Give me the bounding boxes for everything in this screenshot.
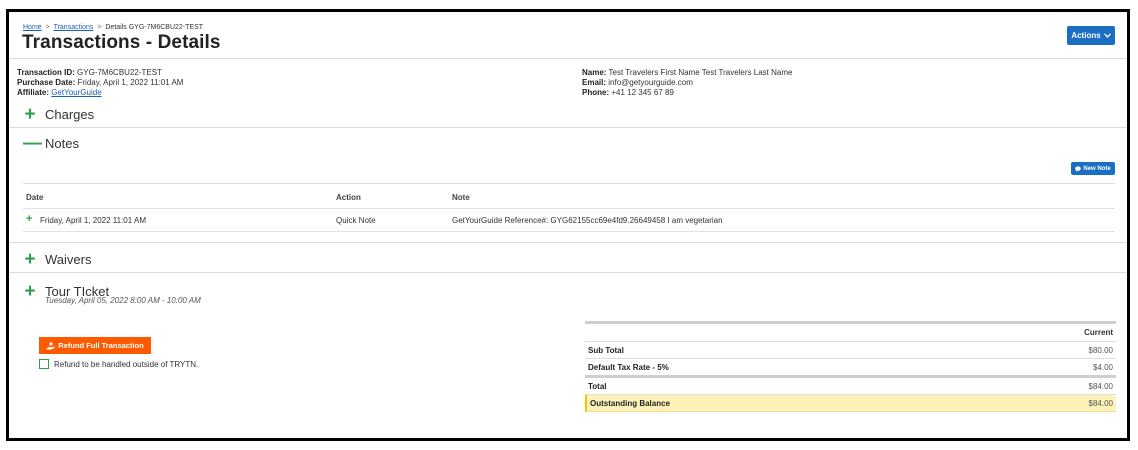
breadcrumb: Home > Transactions > Details GYG-7M6CBU… [23,24,203,31]
refund-outside-option: Refund to be handled outside of TRYTN. [39,359,198,369]
subtotal-label: Sub Total [588,346,624,355]
email-line: Email: info@getyourguide.com [582,78,792,88]
outstanding-value: $84.00 [1088,399,1113,408]
page-content: Home > Transactions > Details GYG-7M6CBU… [9,12,1127,438]
outstanding-balance-row: Outstanding Balance $84.00 [585,395,1116,412]
total-value: $84.00 [1088,382,1113,391]
notes-table: Date Action Note + Friday, April 1, 2022… [23,186,1115,232]
tax-row: Default Tax Rate - 5% $4.00 [585,359,1116,378]
new-note-label: New Note [1083,165,1111,172]
transaction-id-line: Transaction ID: GYG-7M6CBU22-TEST [17,68,183,78]
phone-value: +41 12 345 67 89 [611,88,674,97]
expand-row-icon[interactable]: + [26,213,32,225]
section-notes[interactable]: — Notes [23,132,79,154]
transaction-info: Transaction ID: GYG-7M6CBU22-TEST Purcha… [17,68,183,98]
section-title: Charges [45,107,95,122]
total-label: Total [588,382,607,391]
divider [9,127,1127,128]
hand-coin-icon [46,341,55,349]
breadcrumb-separator: > [45,24,50,31]
col-header-note: Note [452,193,470,202]
section-title: Notes [45,136,79,151]
comment-icon [1075,165,1082,172]
table-row[interactable]: + Friday, April 1, 2022 11:01 AM Quick N… [23,209,1115,232]
subtotal-value: $80.00 [1088,346,1113,355]
actions-button[interactable]: Actions [1067,26,1115,45]
tax-value: $4.00 [1092,363,1113,372]
affiliate-label: Affiliate: [17,88,49,97]
table-header-row: Date Action Note [23,186,1115,209]
expand-icon: + [24,103,36,125]
affiliate-link[interactable]: GetYourGuide [51,88,101,97]
divider [9,272,1127,273]
email-label: Email: [582,78,607,87]
name-line: Name: Test Travelers First Name Test Tra… [582,68,792,78]
section-title: Waivers [45,252,92,267]
note-text: GetYourGuide Reference#: GYG62155cc69e4f… [452,216,723,225]
affiliate-line: Affiliate: GetYourGuide [17,88,183,98]
chevron-down-icon [1103,33,1111,38]
refund-full-transaction-button[interactable]: Refund Full Transaction [39,337,151,354]
breadcrumb-home-link[interactable]: Home [23,24,42,31]
totals-header-row: Current [585,324,1116,342]
phone-label: Phone: [582,88,610,97]
tax-label: Default Tax Rate - 5% [588,363,669,372]
name-value: Test Travelers First Name Test Travelers… [608,68,793,77]
purchase-date-value: Friday, April 1, 2022 11:01 AM [77,78,184,87]
totals-table: Current Sub Total $80.00 Default Tax Rat… [585,321,1116,412]
actions-label: Actions [1071,31,1101,40]
subtotal-row: Sub Total $80.00 [585,342,1116,359]
section-charges[interactable]: + Charges [23,103,95,125]
expand-icon: + [24,280,36,302]
refund-outside-checkbox[interactable] [39,359,49,369]
purchase-date-label: Purchase Date: [17,78,76,87]
transaction-id-label: Transaction ID: [17,68,75,77]
totals-current-header: Current [1084,328,1113,337]
section-waivers[interactable]: + Waivers [23,248,92,270]
breadcrumb-transactions-link[interactable]: Transactions [54,24,94,31]
total-row: Total $84.00 [585,378,1116,395]
refund-button-label: Refund Full Transaction [58,341,144,350]
expand-icon: + [24,248,36,270]
col-header-date: Date [26,193,44,202]
collapse-icon: — [23,132,42,154]
breadcrumb-separator: > [97,24,102,31]
refund-outside-label: Refund to be handled outside of TRYTN. [54,359,199,369]
phone-line: Phone: +41 12 345 67 89 [582,88,792,98]
tour-datetime: Tuesday, April 05, 2022 8:00 AM - 10:00 … [45,296,201,305]
breadcrumb-current: Details GYG-7M6CBU22-TEST [105,24,204,31]
divider [23,183,1115,184]
divider [9,58,1127,59]
name-label: Name: [582,68,607,77]
note-date: Friday, April 1, 2022 11:01 AM [40,216,146,225]
divider [9,242,1127,243]
purchase-date-line: Purchase Date: Friday, April 1, 2022 11:… [17,78,183,88]
transaction-id-value: GYG-7M6CBU22-TEST [77,68,162,77]
page-title: Transactions - Details [22,32,221,53]
note-action: Quick Note [336,216,376,225]
customer-info: Name: Test Travelers First Name Test Tra… [582,68,792,98]
window-frame: Home > Transactions > Details GYG-7M6CBU… [6,9,1130,441]
email-value: info@getyourguide.com [608,78,693,87]
outstanding-label: Outstanding Balance [590,399,671,408]
col-header-action: Action [336,193,361,202]
new-note-button[interactable]: New Note [1071,162,1115,175]
